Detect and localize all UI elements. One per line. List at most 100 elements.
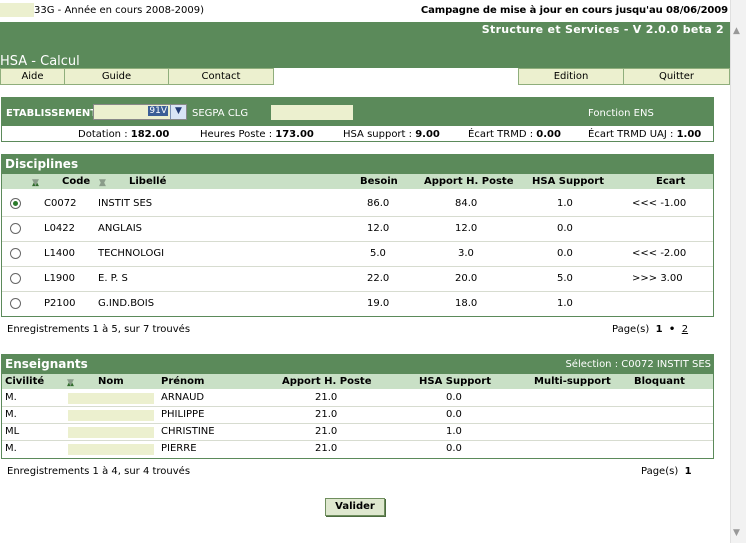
table-row[interactable]: ML CHRISTINE 21.0 1.0: [2, 424, 713, 441]
table-row[interactable]: M. PIERRE 21.0 0.0: [2, 441, 713, 457]
teachers-title-bar: Enseignants Sélection : C0072 INSTIT SES: [2, 355, 713, 374]
cell-besoin: 22.0: [367, 273, 390, 284]
row-radio[interactable]: [10, 248, 21, 259]
redacted-text: [0, 3, 34, 17]
table-row[interactable]: L1900 E. P. S 22.0 20.0 5.0 >>> 3.00: [2, 267, 713, 292]
campaign-deadline-text: Campagne de mise à jour en cours jusqu'a…: [420, 5, 728, 16]
page-scrollbar[interactable]: [730, 0, 746, 543]
cell-hsa: 5.0: [557, 273, 573, 284]
cell-hsa: 1.0: [557, 198, 573, 209]
redacted-text: [68, 427, 154, 438]
hsa-support-stat: HSA support : 9.00: [343, 129, 440, 140]
school-year-text: 33G - Année en cours 2008-2009): [34, 5, 204, 16]
row-radio[interactable]: [10, 198, 21, 209]
sort-desc-icon[interactable]: ▼: [67, 378, 74, 388]
cell-prenom: PHILIPPE: [161, 409, 205, 420]
teachers-selection: Sélection : C0072 INSTIT SES: [565, 359, 711, 370]
cell-apport: 21.0: [315, 426, 338, 437]
cell-hsa: 0.0: [446, 443, 462, 454]
redacted-text: [68, 393, 154, 404]
cell-besoin: 5.0: [370, 248, 386, 259]
cell-hsa: 0.0: [557, 248, 573, 259]
menu-contact[interactable]: Contact: [168, 68, 274, 85]
scroll-up-icon[interactable]: ▲: [733, 26, 740, 36]
redacted-text: [68, 410, 154, 421]
page-separator: •: [668, 324, 676, 335]
cell-besoin: 19.0: [367, 298, 390, 309]
col-bloquant: Bloquant: [634, 376, 685, 387]
ecart-trmd-stat: Écart TRMD : 0.00: [468, 129, 561, 140]
segpa-label: SEGPA CLG: [192, 108, 249, 119]
teachers-header-row: Civilité ▲ ▼ Nom Prénom Apport H. Poste H…: [2, 374, 713, 389]
page-title: HSA - Calcul: [0, 54, 80, 69]
scroll-down-icon[interactable]: ▼: [733, 528, 740, 538]
row-radio[interactable]: [10, 273, 21, 284]
sort-desc-icon[interactable]: ▼: [99, 178, 106, 188]
col-apport: Apport H. Poste: [424, 176, 514, 187]
cell-apport: 3.0: [458, 248, 474, 259]
ecart-trmd-uaj-stat: Écart TRMD UAJ : 1.00: [588, 129, 702, 140]
sort-desc-icon[interactable]: ▼: [32, 178, 39, 188]
col-hsa: HSA Support: [419, 376, 492, 387]
cell-apport: 18.0: [455, 298, 478, 309]
col-prenom: Prénom: [161, 376, 205, 387]
cell-code: L0422: [44, 223, 76, 234]
cell-libelle: ANGLAIS: [98, 223, 143, 234]
cell-ecart: <<< -2.00: [632, 248, 687, 259]
cell-libelle: INSTIT SES: [98, 198, 153, 209]
cell-apport: 20.0: [455, 273, 478, 284]
cell-prenom: PIERRE: [161, 443, 197, 454]
table-row[interactable]: L0422 ANGLAIS 12.0 12.0 0.0: [2, 217, 713, 242]
col-code[interactable]: Code: [62, 176, 90, 187]
table-row[interactable]: M. PHILIPPE 21.0 0.0: [2, 407, 713, 424]
pages-label: Page(s): [641, 466, 679, 477]
page-current: 1: [684, 466, 692, 477]
table-row[interactable]: L1400 TECHNOLOGI 5.0 3.0 0.0 <<< -2.00: [2, 242, 713, 267]
cell-code: L1400: [44, 248, 76, 259]
cell-code: P2100: [44, 298, 76, 309]
menu-aide[interactable]: Aide: [0, 68, 65, 85]
page-link-2[interactable]: 2: [682, 324, 688, 335]
heures-poste-stat: Heures Poste : 173.00: [200, 129, 314, 140]
establishment-select-value: 91V: [148, 106, 168, 116]
cell-apport: 21.0: [315, 392, 338, 403]
cell-civilite: ML: [5, 426, 20, 437]
app-version: Structure et Services - V 2.0.0 beta 2: [481, 23, 724, 36]
disciplines-record-count: Enregistrements 1 à 5, sur 7 trouvés: [7, 324, 191, 335]
cell-besoin: 12.0: [367, 223, 390, 234]
app-header: Structure et Services - V 2.0.0 beta 2 H…: [0, 22, 730, 69]
col-besoin: Besoin: [360, 176, 398, 187]
cell-apport: 21.0: [315, 443, 338, 454]
establishment-select[interactable]: 91V ▼: [93, 104, 187, 120]
establishment-bar: ETABLISSEMENT 91V ▼ SEGPA CLG Fonction E…: [2, 98, 713, 126]
page-current: 1: [655, 324, 663, 335]
menu-guide[interactable]: Guide: [64, 68, 169, 85]
cell-libelle: E. P. S: [98, 273, 128, 284]
col-nom[interactable]: Nom: [98, 376, 124, 387]
menu-quitter[interactable]: Quitter: [623, 68, 730, 85]
cell-libelle: TECHNOLOGI: [98, 248, 165, 259]
chevron-down-icon[interactable]: ▼: [170, 105, 186, 119]
row-radio[interactable]: [10, 298, 21, 309]
cell-prenom: CHRISTINE: [161, 426, 215, 437]
table-row[interactable]: M. ARNAUD 21.0 0.0: [2, 390, 713, 407]
menu-edition[interactable]: Edition: [518, 68, 624, 85]
establishment-panel: ETABLISSEMENT 91V ▼ SEGPA CLG Fonction E…: [1, 97, 714, 142]
table-row[interactable]: P2100 G.IND.BOIS 19.0 18.0 1.0: [2, 292, 713, 316]
teachers-title: Enseignants: [5, 357, 88, 371]
stats-row: Dotation : 182.00 Heures Poste : 173.00 …: [2, 128, 713, 141]
table-row[interactable]: C0072 INSTIT SES 86.0 84.0 1.0 <<< -1.00: [2, 192, 713, 217]
cell-hsa: 1.0: [446, 426, 462, 437]
redacted-text: [68, 444, 154, 455]
cell-code: L1900: [44, 273, 76, 284]
cell-libelle: G.IND.BOIS: [98, 298, 155, 309]
cell-ecart: >>> 3.00: [632, 273, 683, 284]
valider-button[interactable]: Valider: [325, 498, 385, 516]
disciplines-header-row: ▲ ▼ Code ▲ ▼ Libellé Besoin Apport H. Post…: [2, 174, 713, 189]
pages-label: Page(s): [612, 324, 650, 335]
col-libelle[interactable]: Libellé: [129, 176, 166, 187]
teachers-panel: Enseignants Sélection : C0072 INSTIT SES…: [1, 354, 714, 459]
establishment-label: ETABLISSEMENT: [6, 108, 98, 119]
col-civilite: Civilité: [5, 376, 45, 387]
row-radio[interactable]: [10, 223, 21, 234]
